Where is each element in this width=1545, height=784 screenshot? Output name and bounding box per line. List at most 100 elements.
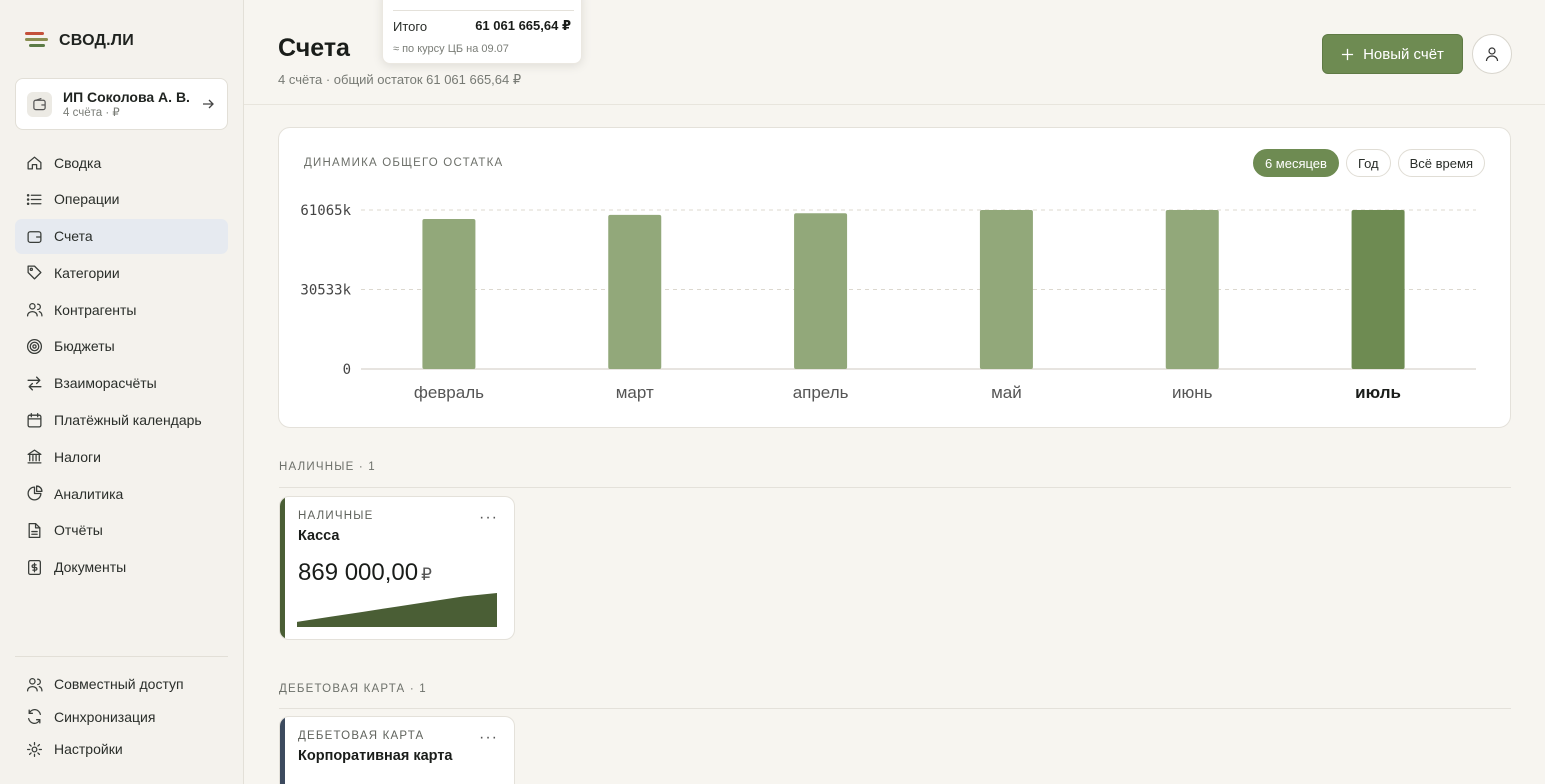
tooltip-value: 61 061 665,64 ₽ [475, 18, 571, 33]
user-icon [1485, 47, 1499, 62]
chart-bar [979, 210, 1033, 369]
sidebar-item-dollar-doc[interactable]: Документы [15, 550, 228, 585]
account-stripe [280, 497, 285, 639]
account-stripe [280, 717, 285, 784]
x-tick-label: июнь [1172, 383, 1213, 402]
sidebar-item-label: Бюджеты [54, 338, 115, 355]
app-name: СВОД.ЛИ [59, 32, 134, 49]
sidebar-item-label: Операции [54, 191, 120, 208]
sidebar-item-label: Сводка [54, 154, 102, 171]
user-menu-button[interactable] [1472, 34, 1512, 74]
sync-icon [25, 708, 43, 726]
account-balance-value: 869 000,00 [298, 559, 419, 586]
sidebar: СВОД.ЛИ ИП Соколова А. В. 4 счёта · ₽ Св… [0, 0, 244, 784]
chart-bar [794, 213, 848, 369]
balance-chart: 0 30533k 61065k февраль март апрель май июнь июл… [300, 203, 1476, 402]
target-icon [25, 337, 43, 355]
tag-icon [25, 264, 43, 282]
dollar-doc-icon [25, 558, 43, 576]
sparkline-area [297, 593, 497, 627]
sidebar-item-users[interactable]: Контрагенты [15, 292, 228, 327]
y-tick-label: 61065k [300, 203, 351, 219]
arrow-right-icon [203, 99, 214, 109]
sidebar-item-label: Налоги [54, 448, 101, 465]
y-tick-label: 30533k [300, 282, 351, 298]
sidebar-nav: Сводка Операции Счета Категории Контрагенты Б… [15, 145, 228, 587]
sidebar-item-label: Синхронизация [54, 708, 156, 725]
y-tick-label: 0 [343, 362, 351, 378]
sidebar-item-label: Платёжный календарь [54, 412, 202, 429]
home-icon [25, 154, 43, 172]
sidebar-item-label: Настройки [54, 741, 123, 758]
account-card-cash[interactable]: НАЛИЧНЫЕ Касса ··· 869 000,00 ₽ [279, 496, 515, 640]
sidebar-item-label: Счета [54, 228, 93, 245]
org-sub: 4 счёта · ₽ [63, 106, 120, 119]
account-name: Корпоративная карта [298, 748, 453, 764]
chart-bar [422, 219, 476, 369]
chart-bar [1351, 210, 1405, 369]
tooltip-note: ≈ по курсу ЦБ на 09.07 [393, 43, 509, 55]
share-users-icon [25, 675, 43, 693]
account-sparkline [297, 593, 497, 627]
file-icon [25, 521, 43, 539]
sidebar-item-swap[interactable]: Взаиморасчёты [15, 366, 228, 401]
page-subtitle: 4 счёта · общий остаток 61 061 665,64 ₽ [278, 72, 522, 87]
bank-icon [25, 448, 43, 466]
page-title: Счета [278, 34, 350, 62]
account-currency: ₽ [421, 565, 432, 584]
account-name: Касса [298, 528, 340, 544]
list-icon [25, 190, 43, 208]
balance-chart-card: ДИНАМИКА ОБЩЕГО ОСТАТКА 6 месяцев Год Всё … [278, 127, 1511, 428]
tooltip-divider [393, 10, 574, 11]
sidebar-item-target[interactable]: Бюджеты [15, 329, 228, 364]
sidebar-item-tag[interactable]: Категории [15, 255, 228, 290]
more-icon[interactable]: ··· [479, 729, 498, 747]
sidebar-item-pie[interactable]: Аналитика [15, 476, 228, 511]
section-divider [279, 708, 1511, 709]
more-icon[interactable]: ··· [479, 509, 498, 527]
pie-icon [25, 485, 43, 503]
new-account-label: Новый счёт [1363, 45, 1444, 63]
wallet-icon [27, 91, 52, 117]
section-divider [279, 487, 1511, 488]
sidebar-item-home[interactable]: Сводка [15, 145, 228, 180]
x-tick-label: июль [1355, 383, 1401, 402]
org-name: ИП Соколова А. В. [63, 88, 190, 105]
sidebar-item-label: Категории [54, 264, 120, 281]
sidebar-item-calendar[interactable]: Платёжный календарь [15, 403, 228, 438]
org-switcher[interactable]: ИП Соколова А. В. 4 счёта · ₽ [15, 78, 228, 130]
sidebar-item-sync[interactable]: Синхронизация [15, 701, 228, 733]
sidebar-item-share-users[interactable]: Совместный доступ [15, 668, 228, 700]
sidebar-item-label: Аналитика [54, 485, 124, 502]
account-card-debit[interactable]: ДЕБЕТОВАЯ КАРТА Корпоративная карта ··· [279, 716, 515, 784]
account-type: НАЛИЧНЫЕ [298, 510, 374, 522]
x-tick-label: февраль [414, 383, 484, 402]
chart-bar [608, 214, 662, 369]
wallet-icon [25, 227, 43, 245]
x-tick-label: май [991, 383, 1022, 402]
account-type: ДЕБЕТОВАЯ КАРТА [298, 730, 425, 742]
sidebar-item-label: Взаиморасчёты [54, 375, 157, 392]
chart-bar [1165, 210, 1219, 369]
plus-icon [1342, 48, 1354, 60]
gear-icon [25, 740, 43, 758]
calendar-icon [25, 411, 43, 429]
users-icon [25, 301, 43, 319]
sidebar-item-file[interactable]: Отчёты [15, 513, 228, 548]
x-tick-label: март [616, 383, 654, 402]
new-account-button[interactable]: Новый счёт [1322, 34, 1463, 74]
sidebar-item-label: Контрагенты [54, 301, 137, 318]
sidebar-item-list[interactable]: Операции [15, 182, 228, 217]
sidebar-item-gear[interactable]: Настройки [15, 733, 228, 765]
sidebar-item-label: Отчёты [54, 522, 103, 539]
sidebar-item-wallet[interactable]: Счета [15, 218, 228, 254]
swap-icon [25, 374, 43, 392]
sidebar-item-label: Совместный доступ [54, 676, 184, 692]
sidebar-divider [15, 656, 228, 657]
x-tick-label: апрель [793, 383, 849, 402]
section-label-cash: НАЛИЧНЫЕ · 1 [279, 461, 376, 473]
sidebar-bottom-nav: Совместный доступ Синхронизация Настройки [15, 668, 228, 766]
app-logo[interactable]: СВОД.ЛИ [25, 31, 134, 51]
sidebar-item-bank[interactable]: Налоги [15, 439, 228, 474]
logo-mark-icon [25, 31, 49, 51]
